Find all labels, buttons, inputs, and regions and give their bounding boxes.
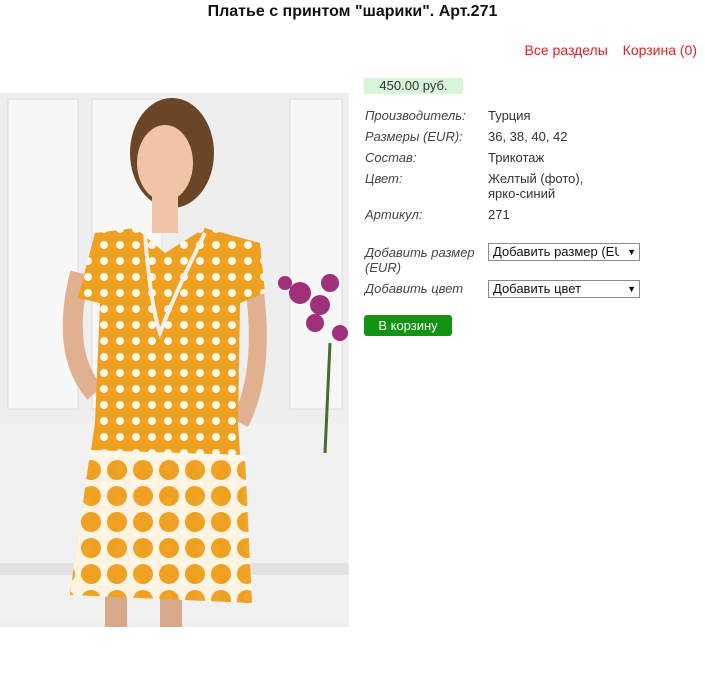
property-row: Размеры (EUR): 36, 38, 40, 42 (365, 129, 603, 150)
size-select-value: Добавить размер (EUR) (493, 244, 619, 259)
property-label-composition: Состав: (365, 150, 417, 165)
chevron-down-icon: ▼ (627, 284, 636, 294)
size-option-label: Добавить размер (EUR) (365, 245, 475, 275)
cart-link[interactable]: Корзина (0) (623, 42, 697, 58)
color-select-value: Добавить цвет (493, 281, 582, 296)
color-option-label: Добавить цвет (365, 281, 464, 296)
property-label-manufacturer: Производитель: (365, 108, 466, 123)
property-value-manufacturer: Турция (488, 108, 531, 123)
property-label-article: Артикул: (365, 207, 423, 222)
page-title: Платье с принтом "шарики". Арт.271 (207, 3, 498, 20)
property-value-article: 271 (488, 207, 510, 222)
product-photo[interactable] (0, 93, 349, 627)
chevron-down-icon: ▼ (627, 247, 636, 257)
add-to-cart-button[interactable]: В корзину (364, 315, 452, 336)
property-row: Производитель: Турция (365, 108, 603, 129)
top-nav: Все разделы Корзина (0) (514, 42, 697, 58)
property-row: Состав: Трикотаж (365, 150, 603, 171)
property-row: Цвет: Желтый (фото), ярко-синий (365, 171, 603, 207)
property-value-composition: Трикотаж (488, 150, 545, 165)
dress-photo-icon (0, 93, 349, 627)
property-value-sizes: 36, 38, 40, 42 (488, 129, 568, 144)
size-select[interactable]: Добавить размер (EUR) ▼ (488, 243, 640, 261)
color-select[interactable]: Добавить цвет ▼ (488, 280, 640, 298)
all-sections-link[interactable]: Все разделы (525, 42, 608, 58)
price-badge: 450.00 руб. (364, 78, 463, 94)
property-label-color: Цвет: (365, 171, 403, 186)
property-value-color: Желтый (фото), ярко-синий (488, 171, 584, 201)
property-row: Артикул: 271 (365, 207, 603, 228)
product-properties: Производитель: Турция Размеры (EUR): 36,… (365, 108, 603, 228)
property-label-sizes: Размеры (EUR): (365, 129, 463, 144)
